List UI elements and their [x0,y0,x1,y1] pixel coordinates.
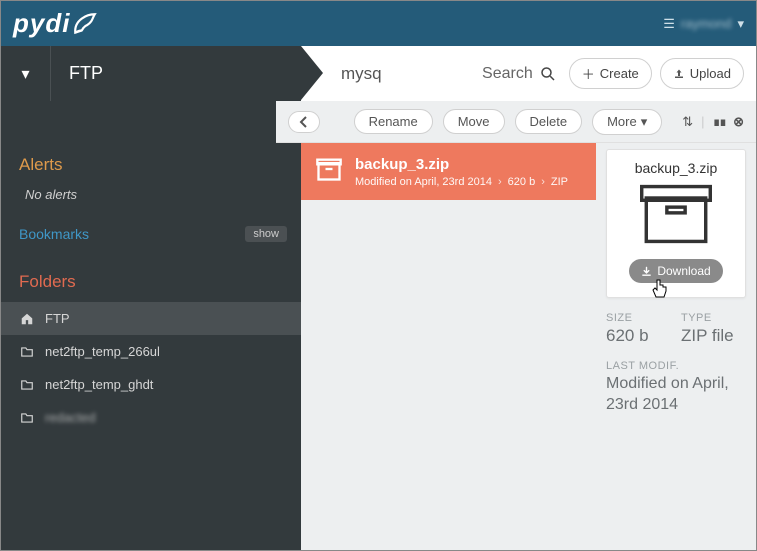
content-area: backup_3.zip Modified on April, 23rd 201… [301,143,756,550]
plus-icon: ＋ [582,64,595,83]
main-area: Alerts No alerts Bookmarks show Folders … [1,143,756,550]
folder-icon [19,411,35,425]
menu-icon: ☰ [663,16,675,32]
workspace-selector[interactable]: ▾ FTP [1,46,301,101]
file-row[interactable]: backup_3.zip Modified on April, 23rd 201… [301,143,596,200]
lastmod-value: Modified on April, 23rd 2014 [606,374,746,416]
home-icon [19,312,35,326]
username: raymond [681,16,732,31]
folder-icon [19,345,35,359]
type-value: ZIP file [681,326,746,346]
bookmarks-show-toggle[interactable]: show [245,226,287,242]
tree-item-folder[interactable]: net2ftp_temp_ghdt [1,368,301,401]
file-name: backup_3.zip [355,156,568,173]
tree-item-folder[interactable]: redacted [1,401,301,434]
archive-icon [615,182,737,251]
tree-label: FTP [45,311,70,326]
tree-label: redacted [45,410,96,425]
download-icon [641,266,652,277]
back-button[interactable] [288,111,320,133]
close-detail-icon[interactable]: ⊗ [733,114,744,130]
sidebar-alerts-header[interactable]: Alerts [1,143,301,181]
chevron-left-icon [299,116,309,128]
feather-icon [72,11,98,37]
more-button[interactable]: More ▾ [592,109,662,135]
workspace-caret[interactable]: ▾ [1,46,51,101]
view-controls: ⇅ | ∎∎ ⊗ [682,114,744,130]
detail-meta: SIZE TYPE 620 b ZIP file LAST MODIF. Mod… [606,312,746,416]
bookmarks-label: Bookmarks [19,226,89,242]
tree-item-ftp[interactable]: FTP [1,302,301,335]
toolbar-row: Rename Move Delete More ▾ ⇅ | ∎∎ ⊗ [1,101,756,143]
delete-button[interactable]: Delete [515,109,583,134]
size-label: SIZE [606,312,671,324]
more-label: More [607,114,637,129]
detail-card: backup_3.zip Download [606,149,746,298]
tree-item-folder[interactable]: net2ftp_temp_266ul [1,335,301,368]
sort-toggle[interactable]: ⇅ [682,114,693,130]
upload-button[interactable]: Upload [660,58,744,89]
move-button[interactable]: Move [443,109,505,134]
chevron-down-icon: ▾ [737,16,744,32]
tree-label: net2ftp_temp_ghdt [45,377,153,392]
grid-view-icon[interactable]: ∎∎ [713,114,726,130]
sidebar: Alerts No alerts Bookmarks show Folders … [1,143,301,550]
breadcrumb-bar: mysq Search ＋ Create Upload [301,46,756,101]
create-button[interactable]: ＋ Create [569,58,652,89]
sidebar-bookmarks-header[interactable]: Bookmarks show [1,216,301,254]
lastmod-label: LAST MODIF. [606,360,746,372]
download-button[interactable]: Download [629,259,722,283]
sidebar-folders-header[interactable]: Folders [1,254,301,302]
detail-filename: backup_3.zip [615,160,737,176]
workspace-label: FTP [51,63,301,84]
search-icon [539,65,557,83]
detail-panel: backup_3.zip Download SIZE TYPE 620 b ZI… [596,143,756,550]
workspace-bar: ▾ FTP mysq Search ＋ Create Upload [1,46,756,101]
archive-icon [315,155,343,188]
type-label: TYPE [681,312,746,324]
cursor-icon [651,279,669,299]
file-meta: Modified on April, 23rd 2014› 620 b› ZIP [355,176,568,188]
chevron-down-icon: ▾ [641,114,648,130]
file-list: backup_3.zip Modified on April, 23rd 201… [301,143,596,550]
folder-icon [19,378,35,392]
logo-text: pydi [13,8,70,39]
breadcrumb[interactable]: mysq [341,64,470,84]
tree-label: net2ftp_temp_266ul [45,344,160,359]
upload-label: Upload [690,66,731,81]
search-label: Search [482,65,533,83]
app-header: pydi ☰ raymond ▾ [1,1,756,46]
create-label: Create [600,66,639,81]
upload-icon [673,68,685,80]
search-box[interactable]: Search [482,65,557,83]
size-value: 620 b [606,326,671,346]
download-label: Download [657,264,710,278]
rename-button[interactable]: Rename [354,109,433,134]
app-logo: pydi [13,8,98,39]
no-alerts-text: No alerts [1,181,301,216]
user-menu[interactable]: ☰ raymond ▾ [663,16,744,32]
